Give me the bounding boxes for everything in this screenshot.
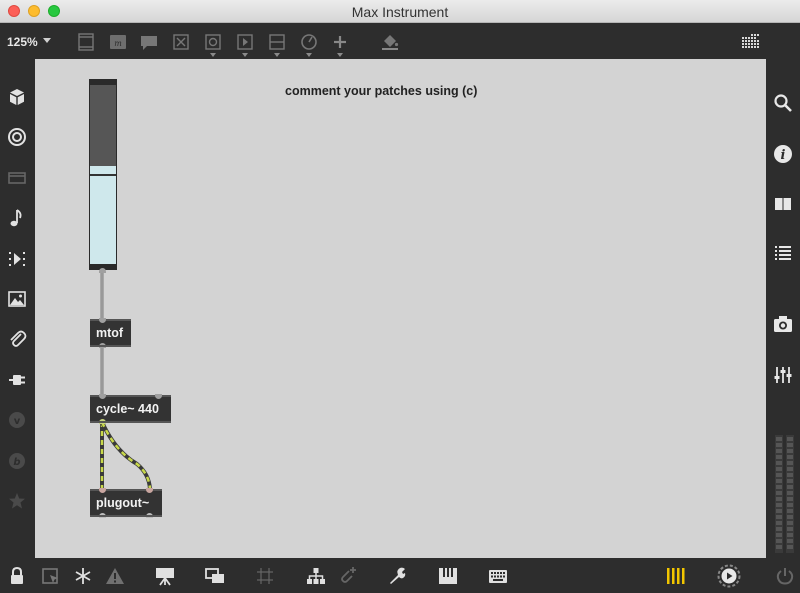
- chevron-down-icon[interactable]: [306, 53, 312, 57]
- player-icon[interactable]: [235, 32, 255, 52]
- book-icon[interactable]: [772, 193, 794, 215]
- paint-bucket-icon[interactable]: [380, 32, 400, 52]
- mtof-object[interactable]: mtof: [90, 318, 131, 348]
- patcher-toolbar: 125% m: [0, 23, 800, 59]
- mtof-inlet[interactable]: [99, 318, 106, 323]
- slider-knob[interactable]: [90, 174, 116, 176]
- slider-fill: [90, 166, 116, 264]
- object-label: cycle~ 440: [96, 402, 159, 416]
- power-icon[interactable]: [774, 565, 796, 587]
- svg-text:m: m: [114, 39, 122, 48]
- message-box-icon[interactable]: m: [108, 32, 128, 52]
- left-sidebar: v b: [0, 59, 35, 558]
- chevron-down-icon[interactable]: [274, 53, 280, 57]
- chevron-down-icon[interactable]: [43, 38, 51, 43]
- plugout-inlet-right[interactable]: [146, 488, 153, 493]
- mixer-icon[interactable]: [772, 364, 794, 386]
- paperclip-icon[interactable]: [6, 328, 28, 350]
- grid-toggle-icon[interactable]: [741, 32, 761, 52]
- slider-track: [90, 85, 116, 264]
- svg-text:v: v: [14, 416, 21, 427]
- music-note-icon[interactable]: [6, 207, 28, 229]
- object-bottom-edge: [90, 345, 131, 347]
- audio-play-icon[interactable]: [716, 563, 742, 589]
- plugout-object[interactable]: plugout~: [90, 488, 162, 518]
- star-icon[interactable]: [6, 490, 28, 512]
- toggle-object-icon[interactable]: [171, 32, 191, 52]
- grid-icon[interactable]: [254, 565, 276, 587]
- button-object-icon[interactable]: [203, 32, 223, 52]
- window-title: Max Instrument: [351, 4, 449, 20]
- piano-icon[interactable]: [437, 565, 459, 587]
- cycle-inlet-left[interactable]: [99, 394, 106, 399]
- patcher-canvas[interactable]: mtof cycle~ 440 plugout~ comment your pa…: [35, 59, 766, 558]
- comment-icon[interactable]: [139, 32, 159, 52]
- patch-comment[interactable]: comment your patches using (c): [285, 84, 477, 98]
- bottom-toolbar: [0, 558, 800, 593]
- max-patcher-window: Max Instrument 125% m v b mtof cycle~ 44…: [0, 0, 800, 593]
- list-icon[interactable]: [772, 243, 794, 265]
- presentation-mode-icon[interactable]: [76, 32, 96, 52]
- plug-icon[interactable]: [6, 369, 28, 391]
- zoom-level[interactable]: 125%: [7, 35, 38, 49]
- keyboard-icon[interactable]: [487, 565, 509, 587]
- play-sequence-icon[interactable]: [6, 248, 28, 270]
- object-label: mtof: [96, 326, 124, 340]
- level-meter-icon: [786, 435, 794, 553]
- cycle-object[interactable]: cycle~ 440: [90, 394, 171, 424]
- window-icon[interactable]: [6, 167, 28, 189]
- plugout-inlet-left[interactable]: [99, 488, 106, 493]
- windows-icon[interactable]: [204, 565, 226, 587]
- package-icon[interactable]: [6, 86, 28, 108]
- bandcamp-icon[interactable]: b: [6, 450, 28, 472]
- info-icon[interactable]: i: [772, 143, 794, 165]
- add-object-icon[interactable]: [330, 32, 350, 52]
- object-bottom-edge: [90, 421, 171, 423]
- meter-bars-icon[interactable]: [665, 565, 687, 587]
- add-link-icon[interactable]: [336, 565, 358, 587]
- patch-cord-signal-right-shadow: [100, 421, 152, 490]
- image-icon[interactable]: [6, 288, 28, 310]
- freeze-icon[interactable]: [72, 565, 94, 587]
- svg-text:b: b: [13, 457, 20, 468]
- slider-outlet[interactable]: [99, 268, 106, 273]
- vimeo-icon[interactable]: v: [6, 409, 28, 431]
- slider-object-icon[interactable]: [267, 32, 287, 52]
- dial-object-icon[interactable]: [299, 32, 319, 52]
- presentation-icon[interactable]: [154, 565, 176, 587]
- target-icon[interactable]: [6, 126, 28, 148]
- hierarchy-icon[interactable]: [305, 565, 327, 587]
- title-bar: Max Instrument: [0, 0, 800, 23]
- vertical-slider[interactable]: [89, 79, 117, 273]
- warning-icon[interactable]: [104, 565, 126, 587]
- edit-mode-icon[interactable]: [40, 565, 62, 587]
- wrench-icon[interactable]: [386, 565, 408, 587]
- level-meter-icon: [775, 435, 783, 553]
- object-top-edge: [90, 319, 131, 321]
- object-bottom-edge: [90, 515, 162, 517]
- cycle-inlet-right[interactable]: [155, 394, 162, 399]
- chevron-down-icon[interactable]: [210, 53, 216, 57]
- patch-cords: [100, 269, 152, 490]
- chevron-down-icon[interactable]: [337, 53, 343, 57]
- object-label: plugout~: [96, 496, 150, 510]
- lock-icon[interactable]: [6, 565, 28, 587]
- chevron-down-icon[interactable]: [242, 53, 248, 57]
- svg-text:i: i: [781, 148, 786, 163]
- camera-icon[interactable]: [772, 313, 794, 335]
- right-sidebar: i: [766, 59, 800, 558]
- search-icon[interactable]: [772, 92, 794, 114]
